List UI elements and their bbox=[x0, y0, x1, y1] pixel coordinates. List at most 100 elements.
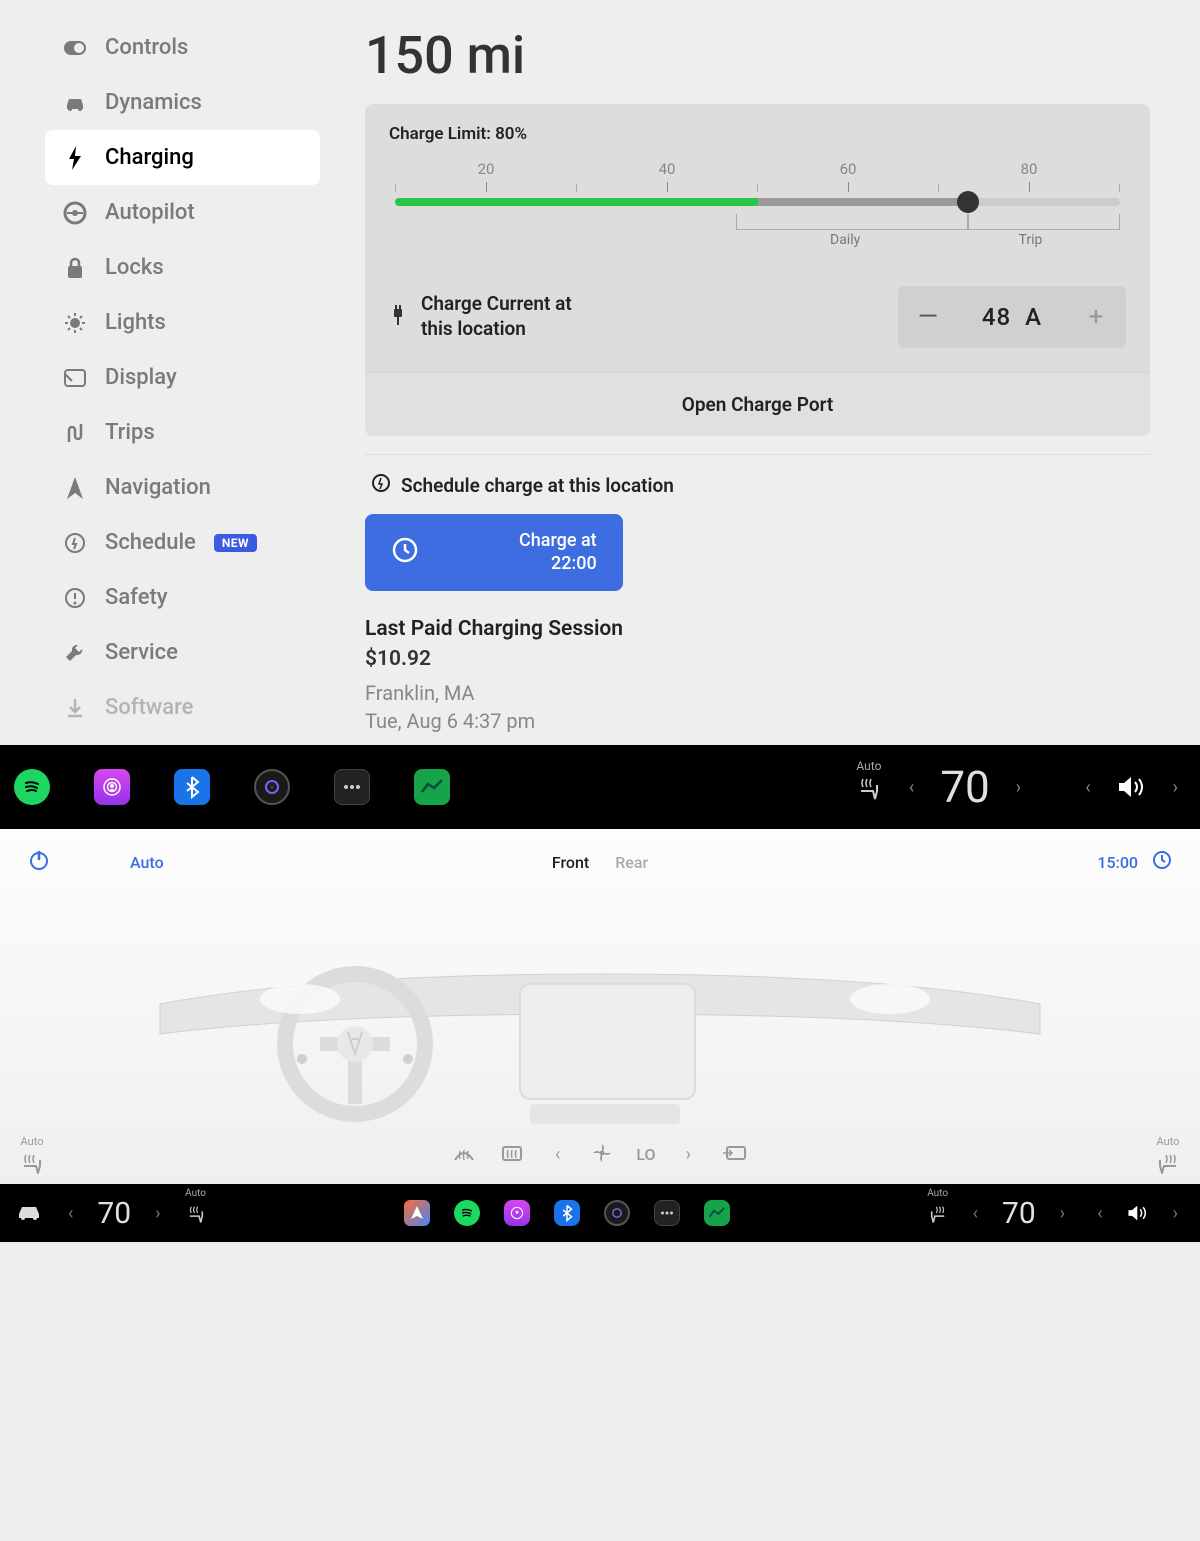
sidebar-item-label: Display bbox=[105, 365, 177, 390]
bolt-icon bbox=[63, 146, 87, 170]
sidebar-item-display[interactable]: Display bbox=[45, 350, 320, 405]
toggle-icon bbox=[63, 36, 87, 60]
new-badge: NEW bbox=[214, 534, 257, 552]
right-seat-heat[interactable]: Auto bbox=[927, 1202, 949, 1224]
right-temp-down[interactable]: ‹ bbox=[965, 1195, 986, 1232]
main-content: 150 mi Charge Limit: 80% 20 40 60 80 bbox=[335, 0, 1200, 745]
left-temp-down[interactable]: ‹ bbox=[60, 1195, 81, 1232]
plug-icon bbox=[389, 303, 407, 331]
sidebar-item-label: Navigation bbox=[105, 475, 211, 500]
recirculate-button[interactable] bbox=[721, 1143, 749, 1167]
climate-rear-tab[interactable]: Rear bbox=[615, 853, 648, 872]
climate-front-tab[interactable]: Front bbox=[552, 853, 589, 872]
sidebar-item-dynamics[interactable]: Dynamics bbox=[45, 75, 320, 130]
current-value: 48 A bbox=[958, 303, 1066, 331]
last-session-time: Tue, Aug 6 4:37 pm bbox=[365, 707, 1150, 735]
volume-up-button[interactable]: › bbox=[1165, 769, 1186, 806]
last-session-section: Last Paid Charging Session $10.92 Frankl… bbox=[365, 617, 1150, 735]
charge-limit-slider[interactable]: 20 40 60 80 bbox=[395, 162, 1120, 244]
charge-current-control: — 48 A + bbox=[898, 286, 1126, 348]
left-seat-heat[interactable]: Auto bbox=[185, 1202, 207, 1224]
volume-icon[interactable] bbox=[1117, 774, 1147, 800]
clock-icon bbox=[391, 536, 419, 569]
sidebar-item-charging[interactable]: Charging bbox=[45, 130, 320, 185]
volume-icon-2[interactable] bbox=[1127, 1203, 1149, 1223]
climate-schedule-time[interactable]: 15:00 bbox=[1097, 853, 1138, 872]
sidebar-item-autopilot[interactable]: Autopilot bbox=[45, 185, 320, 240]
climate-control-panel: Auto Front Rear 15:00 Auto bbox=[0, 829, 1200, 1184]
sidebar-item-safety[interactable]: Safety bbox=[45, 570, 320, 625]
sidebar-item-label: Schedule bbox=[105, 530, 196, 555]
stocks-app-icon-2[interactable] bbox=[704, 1200, 730, 1226]
increase-current-button[interactable]: + bbox=[1066, 286, 1126, 348]
sidebar-item-trips[interactable]: Trips bbox=[45, 405, 320, 460]
volume-down-2[interactable]: ‹ bbox=[1089, 1195, 1110, 1232]
charge-at-time-button[interactable]: Charge at 22:00 bbox=[365, 514, 623, 591]
more-apps-icon[interactable] bbox=[334, 769, 370, 805]
camera-app-icon[interactable] bbox=[254, 769, 290, 805]
left-temperature[interactable]: 70 bbox=[97, 1196, 131, 1231]
climate-clock-icon[interactable] bbox=[1152, 850, 1172, 874]
right-seat-heater[interactable]: Auto bbox=[1156, 1135, 1180, 1174]
sidebar-item-locks[interactable]: Locks bbox=[45, 240, 320, 295]
podcast-app-icon-2[interactable] bbox=[504, 1200, 530, 1226]
spotify-app-icon[interactable] bbox=[14, 769, 50, 805]
car-interior-visual bbox=[0, 894, 1200, 1124]
download-icon bbox=[63, 696, 87, 720]
app-dock: Auto ‹ 70 › ‹ › bbox=[0, 745, 1200, 829]
defrost-front-button[interactable] bbox=[451, 1142, 477, 1168]
podcast-app-icon[interactable] bbox=[94, 769, 130, 805]
last-session-location: Franklin, MA bbox=[365, 679, 1150, 707]
display-icon bbox=[63, 366, 87, 390]
bluetooth-app-icon-2[interactable] bbox=[554, 1200, 580, 1226]
temperature-display[interactable]: 70 bbox=[940, 761, 989, 813]
wrench-icon bbox=[63, 641, 87, 665]
temp-up-button[interactable]: › bbox=[1008, 769, 1029, 806]
bottom-dock: ‹ 70 › Auto Auto ‹ 70 › ‹ › bbox=[0, 1184, 1200, 1242]
sidebar-item-navigation[interactable]: Navigation bbox=[45, 460, 320, 515]
left-temp-up[interactable]: › bbox=[147, 1195, 168, 1232]
bluetooth-app-icon[interactable] bbox=[174, 769, 210, 805]
stocks-app-icon[interactable] bbox=[414, 769, 450, 805]
slider-handle[interactable] bbox=[957, 191, 979, 213]
schedule-section-title: Schedule charge at this location bbox=[371, 473, 1150, 498]
sidebar-item-software[interactable]: Software bbox=[45, 680, 320, 735]
sidebar-item-label: Service bbox=[105, 640, 178, 665]
trips-icon bbox=[63, 421, 87, 445]
lock-icon bbox=[63, 256, 87, 280]
right-temperature[interactable]: 70 bbox=[1002, 1196, 1036, 1231]
car-icon bbox=[63, 91, 87, 115]
left-seat-heater[interactable]: Auto bbox=[20, 1135, 44, 1174]
climate-auto-button[interactable]: Auto bbox=[130, 853, 164, 872]
last-session-title: Last Paid Charging Session bbox=[365, 617, 1150, 641]
sidebar-item-schedule[interactable]: Schedule NEW bbox=[45, 515, 320, 570]
defrost-rear-button[interactable] bbox=[499, 1142, 525, 1168]
sidebar-item-controls[interactable]: Controls bbox=[45, 20, 320, 75]
open-charge-port-button[interactable]: Open Charge Port bbox=[365, 372, 1150, 436]
sidebar-item-label: Controls bbox=[105, 35, 188, 60]
decrease-current-button[interactable]: — bbox=[898, 286, 958, 348]
temp-down-button[interactable]: ‹ bbox=[901, 769, 922, 806]
camera-app-icon-2[interactable] bbox=[604, 1200, 630, 1226]
spotify-app-icon-2[interactable] bbox=[454, 1200, 480, 1226]
sidebar-item-label: Autopilot bbox=[105, 200, 195, 225]
daily-marker: Daily bbox=[830, 232, 860, 248]
sidebar-item-lights[interactable]: Lights bbox=[45, 295, 320, 350]
volume-up-2[interactable]: › bbox=[1165, 1195, 1186, 1232]
navigation-app-icon[interactable] bbox=[404, 1200, 430, 1226]
sidebar-item-label: Locks bbox=[105, 255, 164, 280]
seat-heater-button[interactable]: Auto bbox=[855, 773, 883, 801]
fan-up-button[interactable]: › bbox=[678, 1136, 699, 1173]
steering-wheel-icon bbox=[63, 201, 87, 225]
car-controls-icon[interactable] bbox=[14, 1202, 44, 1224]
range-display: 150 mi bbox=[365, 25, 1150, 86]
climate-power-button[interactable] bbox=[28, 849, 50, 875]
volume-down-button[interactable]: ‹ bbox=[1077, 769, 1098, 806]
sidebar-item-service[interactable]: Service bbox=[45, 625, 320, 680]
charge-panel: Charge Limit: 80% 20 40 60 80 bbox=[365, 104, 1150, 436]
more-apps-icon-2[interactable] bbox=[654, 1200, 680, 1226]
fan-icon[interactable] bbox=[590, 1141, 614, 1169]
right-temp-up[interactable]: › bbox=[1052, 1195, 1073, 1232]
fan-down-button[interactable]: ‹ bbox=[547, 1136, 568, 1173]
light-icon bbox=[63, 311, 87, 335]
